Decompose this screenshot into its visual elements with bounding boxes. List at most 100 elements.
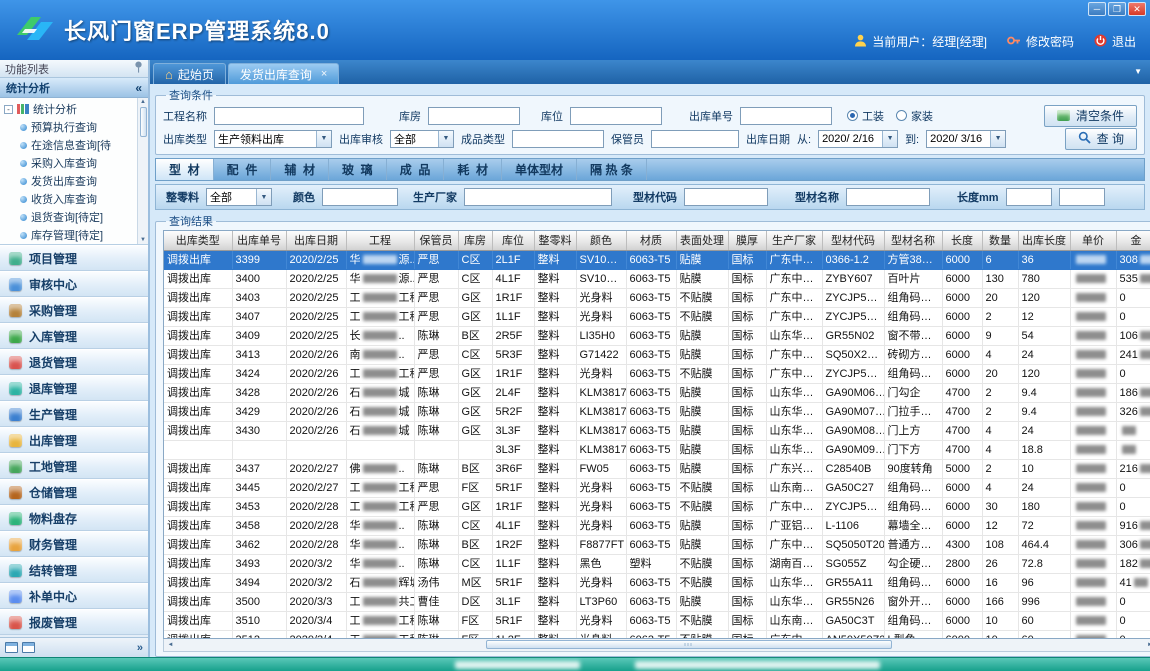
expand-icon[interactable]: » [137, 642, 143, 654]
table-row[interactable]: 调拨出库35102020/3/4工工程陈琳F区5R1F整料光身料6063-T5不… [164, 611, 1150, 630]
material-tab[interactable]: 玻 璃 [329, 159, 387, 180]
profile-name-input[interactable] [846, 188, 930, 206]
column-header[interactable]: 库位 [492, 231, 534, 250]
scrollbar-track[interactable] [177, 639, 1144, 651]
column-header[interactable]: 整零料 [534, 231, 576, 250]
length-min-input[interactable] [1006, 188, 1052, 206]
profile-code-input[interactable] [684, 188, 768, 206]
radio-industrial[interactable] [847, 110, 858, 121]
table-row[interactable]: 3L3F整料KLM38176063-T5贴膜国标山东华…GA90M09…门下方4… [164, 440, 1150, 459]
chevron-down-icon[interactable]: ▼ [990, 131, 1005, 147]
outbound-type-value[interactable] [215, 131, 316, 147]
scrollbar-thumb[interactable] [486, 640, 892, 649]
table-row[interactable]: 调拨出库34622020/2/28华..陈琳B区1R2F整料F8877FT606… [164, 535, 1150, 554]
sidebar-module[interactable]: 工地管理 [0, 453, 148, 479]
date-from-select[interactable]: ▼ [818, 130, 898, 148]
material-tab[interactable]: 耗 材 [444, 159, 502, 180]
pin-icon[interactable] [134, 61, 143, 76]
project-name-input[interactable] [214, 107, 364, 125]
column-header[interactable]: 生产厂家 [766, 231, 822, 250]
table-row[interactable]: 调拨出库34582020/2/28华..陈琳C区4L1F整料光身料6063-T5… [164, 516, 1150, 535]
tree-expander-icon[interactable]: - [4, 105, 13, 114]
sidebar-module[interactable]: 审核中心 [0, 271, 148, 297]
chevron-down-icon[interactable]: ▼ [256, 189, 271, 205]
column-header[interactable]: 长度 [942, 231, 982, 250]
sidebar-module[interactable]: 补单中心 [0, 583, 148, 609]
column-header[interactable]: 型材名称 [884, 231, 942, 250]
table-row[interactable]: 调拨出库34002020/2/25华源..严思C区4L1F整料SV10…6063… [164, 269, 1150, 288]
sidebar-module[interactable]: 入库管理 [0, 323, 148, 349]
table-row[interactable]: 调拨出库34942020/3/2石辉城汤伟M区5R1F整料光身料6063-T5不… [164, 573, 1150, 592]
column-header[interactable]: 库房 [458, 231, 492, 250]
table-row[interactable]: 调拨出库34452020/2/27工工程严思F区5R1F整料光身料6063-T5… [164, 478, 1150, 497]
material-tab[interactable]: 配 件 [214, 159, 272, 180]
sidebar-module[interactable]: 财务管理 [0, 531, 148, 557]
table-row[interactable]: 调拨出库34302020/2/26石城陈琳G区3L3F整料KLM38176063… [164, 421, 1150, 440]
column-header[interactable]: 出库单号 [232, 231, 286, 250]
column-header[interactable]: 型材代码 [822, 231, 884, 250]
date-to-select[interactable]: ▼ [926, 130, 1006, 148]
tab-shipping-outbound-query[interactable]: 发货出库查询 × [228, 63, 339, 84]
table-row[interactable]: 调拨出库34282020/2/26石城陈琳G区2L4F整料KLM38176063… [164, 383, 1150, 402]
material-tab[interactable]: 单体型材 [502, 159, 577, 180]
column-header[interactable]: 单价 [1070, 231, 1116, 250]
material-tab[interactable]: 型 材 [156, 159, 214, 180]
column-header[interactable]: 金 [1116, 231, 1150, 250]
chevron-down-icon[interactable]: ▼ [316, 131, 331, 147]
outbound-audit-value[interactable] [391, 131, 438, 147]
maximize-button[interactable]: ❐ [1108, 2, 1126, 16]
tree-root-statistics[interactable]: -统计分析 [4, 100, 137, 118]
date-from-value[interactable] [819, 131, 882, 147]
column-header[interactable]: 出库长度 [1018, 231, 1070, 250]
scrollbar-thumb[interactable] [140, 107, 147, 137]
material-tab[interactable]: 辅 材 [271, 159, 329, 180]
table-row[interactable]: 调拨出库34072020/2/25工工程严思G区1L1F整料光身料6063-T5… [164, 307, 1150, 326]
scroll-right-icon[interactable]: ► [1144, 642, 1150, 648]
table-row[interactable]: 调拨出库34032020/2/25工工程严思G区1R1F整料光身料6063-T5… [164, 288, 1150, 307]
column-header[interactable]: 工程 [346, 231, 414, 250]
sidebar-tree-item[interactable]: 预算执行查询 [4, 118, 137, 136]
manufacturer-input[interactable] [464, 188, 612, 206]
outbound-type-select[interactable]: ▼ [214, 130, 332, 148]
column-header[interactable]: 颜色 [576, 231, 626, 250]
sidebar-tree-item[interactable]: 库存管理[待定] [4, 226, 137, 244]
table-row[interactable]: 调拨出库34292020/2/26石城陈琳G区5R2F整料KLM38176063… [164, 402, 1150, 421]
scroll-left-icon[interactable]: ◄ [164, 642, 177, 648]
table-row[interactable]: 调拨出库34932020/3/2华..陈琳C区1L1F整料黑色塑料不贴膜国标湖南… [164, 554, 1150, 573]
tab-list-dropdown-icon[interactable]: ▼ [1134, 67, 1142, 76]
table-row[interactable]: 调拨出库34372020/2/27佛..陈琳B区3R6F整料FW056063-T… [164, 459, 1150, 478]
minimize-button[interactable]: ─ [1088, 2, 1106, 16]
sidebar-module[interactable]: 退库管理 [0, 375, 148, 401]
statistics-group-header[interactable]: 统计分析 « [0, 78, 148, 98]
color-input[interactable] [322, 188, 398, 206]
chevron-down-icon[interactable]: ▼ [882, 131, 897, 147]
tab-home[interactable]: ⌂ 起始页 [153, 63, 226, 84]
table-row[interactable]: 调拨出库35122020/3/4工工程陈琳F区1L2F整料光身料6063-T5不… [164, 630, 1150, 638]
location-input[interactable] [570, 107, 662, 125]
sidebar-tree-item[interactable]: 退货查询[待定] [4, 208, 137, 226]
monitor-icon[interactable] [22, 642, 35, 653]
table-row[interactable]: 调拨出库33992020/2/25华源..严思C区2L1F整料SV10…6063… [164, 250, 1150, 269]
date-to-value[interactable] [927, 131, 990, 147]
table-row[interactable]: 调拨出库34242020/2/26工工程严思G区1R1F整料光身料6063-T5… [164, 364, 1150, 383]
column-header[interactable]: 材质 [626, 231, 676, 250]
material-tab[interactable]: 隔 热 条 [577, 159, 647, 180]
scroll-up-icon[interactable]: ▲ [140, 99, 146, 105]
sidebar-module[interactable]: 生产管理 [0, 401, 148, 427]
table-row[interactable]: 调拨出库34092020/2/25长..陈琳B区2R5F整料LI35H06063… [164, 326, 1150, 345]
sidebar-tree-item[interactable]: 发货出库查询 [4, 172, 137, 190]
tree-scrollbar[interactable]: ▲ ▼ [137, 98, 148, 244]
chevron-down-icon[interactable]: ▼ [438, 131, 453, 147]
table-row[interactable]: 调拨出库35002020/3/3工共工程曹佳D区3L1F整料LT3P606063… [164, 592, 1150, 611]
sidebar-tree-item[interactable]: 采购入库查询 [4, 154, 137, 172]
table-row[interactable]: 调拨出库34132020/2/26南..严思C区5R3F整料G714226063… [164, 345, 1150, 364]
tab-close-icon[interactable]: × [321, 68, 327, 80]
sidebar-tree-item[interactable]: 在途信息查询[待 [4, 136, 137, 154]
monitor-icon[interactable] [5, 642, 18, 653]
order-no-input[interactable] [740, 107, 832, 125]
sidebar-module[interactable]: 仓储管理 [0, 479, 148, 505]
sidebar-tree-item[interactable]: 收货入库查询 [4, 190, 137, 208]
whole-part-value[interactable] [207, 189, 256, 205]
whole-part-select[interactable]: ▼ [206, 188, 272, 206]
material-tab[interactable]: 成 品 [387, 159, 445, 180]
